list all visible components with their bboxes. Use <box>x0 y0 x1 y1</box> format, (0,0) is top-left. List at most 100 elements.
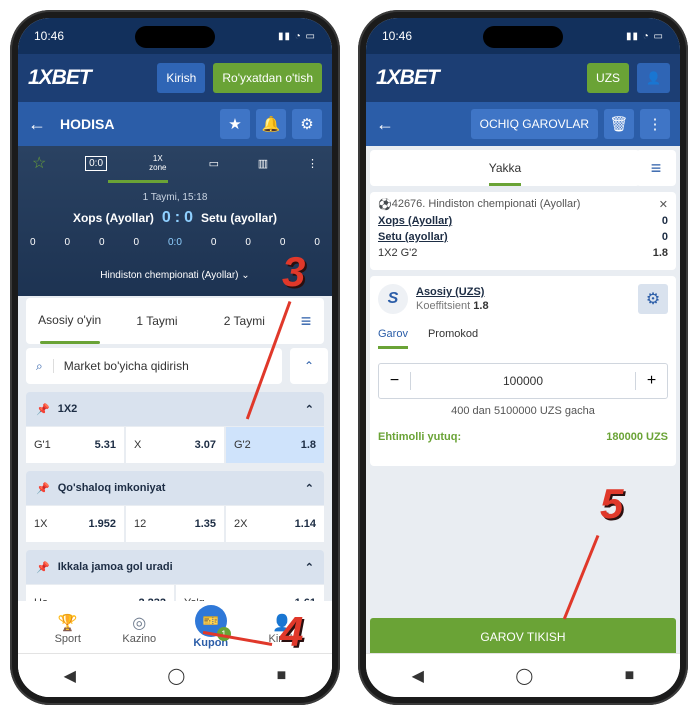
market-header-double-chance[interactable]: 📌 Qo'shaloq imkoniyat ⌃ <box>26 471 324 505</box>
star-icon[interactable]: ★ <box>220 109 250 139</box>
stake-input[interactable]: 100000 <box>411 374 635 388</box>
trash-icon[interactable]: 🗑 <box>604 109 634 139</box>
gear-icon[interactable]: ⚙ <box>292 109 322 139</box>
annotation-number-5: 5 <box>600 480 624 527</box>
chevron-up-icon: ⌃ <box>304 403 314 416</box>
android-nav: ◀ ◯ ■ <box>366 653 680 697</box>
odd-cell[interactable]: 12 1.35 <box>126 506 224 542</box>
stat-red-home: 0 <box>99 237 105 248</box>
back-triangle-icon[interactable]: ◀ <box>412 666 424 686</box>
chevron-up-icon: ⌃ <box>304 482 314 495</box>
team2-name[interactable]: Setu (ayollar) <box>378 231 448 243</box>
win-value: 180000 UZS <box>606 431 668 443</box>
pin-icon: 📌 <box>36 482 50 495</box>
back-arrow-icon[interactable]: ← <box>28 114 46 135</box>
chevron-up-icon: ⌃ <box>304 561 314 574</box>
scoreline: Xops (Ayollar) 0 : 0 Setu (ayollar) <box>18 209 332 227</box>
menu-icon[interactable]: ≡ <box>636 150 676 186</box>
tab-underline <box>489 183 521 186</box>
stake-range: 400 dan 5100000 UZS gacha <box>451 405 595 417</box>
register-button[interactable]: Ro'yxatdan o'tish <box>213 63 322 93</box>
login-button[interactable]: Kirish <box>157 63 206 93</box>
plus-button[interactable]: + <box>635 372 667 390</box>
stats-chart-icon[interactable]: ▥ <box>258 157 268 170</box>
brand-logo: 1XBET <box>28 66 92 89</box>
odd-cell[interactable]: X 3.07 <box>126 427 224 463</box>
stat-goals-home: 0 <box>133 237 140 248</box>
place-bet-button[interactable]: GAROV TIKISH <box>370 618 676 656</box>
tab-score[interactable]: 0:0 <box>85 155 108 171</box>
more-vertical-icon[interactable]: ⋮ <box>307 157 318 170</box>
chip-icon: ◎ <box>132 615 147 632</box>
match-stats: 0 0 0 0 0:0 0 0 0 0 <box>18 237 332 248</box>
market-tabs: Asosiy o'yin 1 Taymi 2 Taymi ≡ <box>26 298 324 344</box>
league-name: Hindiston chempionati (Ayollar) <box>100 270 239 281</box>
status-icons: ▮▮ ◔ ▭ <box>277 30 316 42</box>
favorite-star-icon[interactable]: ☆ <box>32 153 46 173</box>
recents-square-icon[interactable]: ■ <box>277 667 287 685</box>
score-away: 0 <box>184 209 193 226</box>
team1-name[interactable]: Xops (Ayollar) <box>378 215 452 227</box>
win-label: Ehtimolli yutuq: <box>378 431 462 443</box>
home-circle-icon[interactable]: ◯ <box>515 666 533 686</box>
search-icon: ⌕ <box>36 358 43 373</box>
ball-icon: ⚽ <box>378 199 392 211</box>
user-icon[interactable]: 👤 <box>637 63 670 93</box>
pin-icon: 📌 <box>36 561 50 574</box>
collapse-all-icon[interactable]: ⌃ <box>290 348 328 384</box>
tab-promo[interactable]: Promokod <box>428 328 478 349</box>
odd-cell[interactable]: G'1 5.31 <box>26 427 124 463</box>
tab-second-half[interactable]: 2 Taymi <box>201 314 288 328</box>
search-input[interactable]: ⌕ Market bo'yicha qidirish <box>26 348 282 384</box>
tab-underline <box>108 180 168 183</box>
team1-score: 0 <box>661 215 668 227</box>
home-circle-icon[interactable]: ◯ <box>167 666 185 686</box>
market-header-both-score[interactable]: 📌 Ikkala jamoa gol uradi ⌃ <box>26 550 324 584</box>
tab-main-game[interactable]: Asosiy o'yin <box>26 313 113 344</box>
nav-coupon[interactable]: 🎫 1 Kupon <box>186 605 236 649</box>
more-vertical-icon[interactable]: ⋮ <box>640 109 670 139</box>
brand-logo: 1XBET <box>376 66 440 89</box>
stat-goals-away: 0 <box>314 237 320 248</box>
currency-button[interactable]: UZS <box>587 63 630 93</box>
tab-stake[interactable]: Garov <box>378 328 408 349</box>
odd-cell[interactable]: 1X 1.952 <box>26 506 124 542</box>
close-icon[interactable]: ✕ <box>659 198 668 211</box>
back-arrow-icon[interactable]: ← <box>376 114 394 135</box>
odd-cell[interactable]: 2X 1.14 <box>226 506 324 542</box>
minus-button[interactable]: − <box>379 372 411 390</box>
market-title: 1X2 <box>57 403 78 415</box>
bell-icon[interactable]: 🔔 <box>256 109 286 139</box>
stake-stepper: − 100000 + <box>378 363 668 399</box>
monitor-icon[interactable]: ▭ <box>209 157 219 170</box>
search-placeholder: Market bo'yicha qidirish <box>52 359 189 373</box>
coef-value: 1.8 <box>473 300 489 312</box>
market-title: Qo'shaloq imkoniyat <box>57 482 166 494</box>
odds-row: G'1 5.31 X 3.07 G'2 1.8 <box>26 427 324 463</box>
menu-icon[interactable]: ≡ <box>288 311 324 332</box>
clock: 10:46 <box>382 29 413 43</box>
team2-name: Setu (ayollar) <box>201 211 278 225</box>
camera-notch <box>135 26 215 48</box>
team1-name: Xops (Ayollar) <box>72 211 154 225</box>
event-title: 42676. Hindiston chempionati (Ayollar) <box>391 198 581 210</box>
settings-gear-icon[interactable]: ⚙ <box>638 284 668 314</box>
tab-zone[interactable]: 1X zone <box>146 154 170 172</box>
recents-square-icon[interactable]: ■ <box>625 667 635 685</box>
odd-cell-selected[interactable]: G'2 1.8 <box>226 427 324 463</box>
open-bets-button[interactable]: OCHIQ GAROVLAR <box>470 109 598 139</box>
left-screen: 10:46 ▮▮ ◔ ▭ 1XBET Kirish Ro'yxatdan o't… <box>18 18 332 697</box>
tab-underline <box>39 340 100 344</box>
chevron-down-icon: ⌄ <box>241 270 250 281</box>
market-header-1x2[interactable]: 📌 1X2 ⌃ <box>26 392 324 426</box>
nav-sport[interactable]: 🏆 Sport <box>43 613 93 645</box>
tab-single[interactable]: Yakka <box>370 150 640 186</box>
stat-half: 0:0 <box>168 237 182 248</box>
page-title: HODISA <box>60 116 115 132</box>
back-triangle-icon[interactable]: ◀ <box>64 666 76 686</box>
stat-yellow-home: 0 <box>64 237 71 248</box>
tab-first-half[interactable]: 1 Taymi <box>113 314 200 328</box>
stat-corners-away: 0 <box>210 237 217 248</box>
nav-casino[interactable]: ◎ Kazino <box>114 613 164 645</box>
account-name[interactable]: Asosiy (UZS) <box>416 286 489 298</box>
